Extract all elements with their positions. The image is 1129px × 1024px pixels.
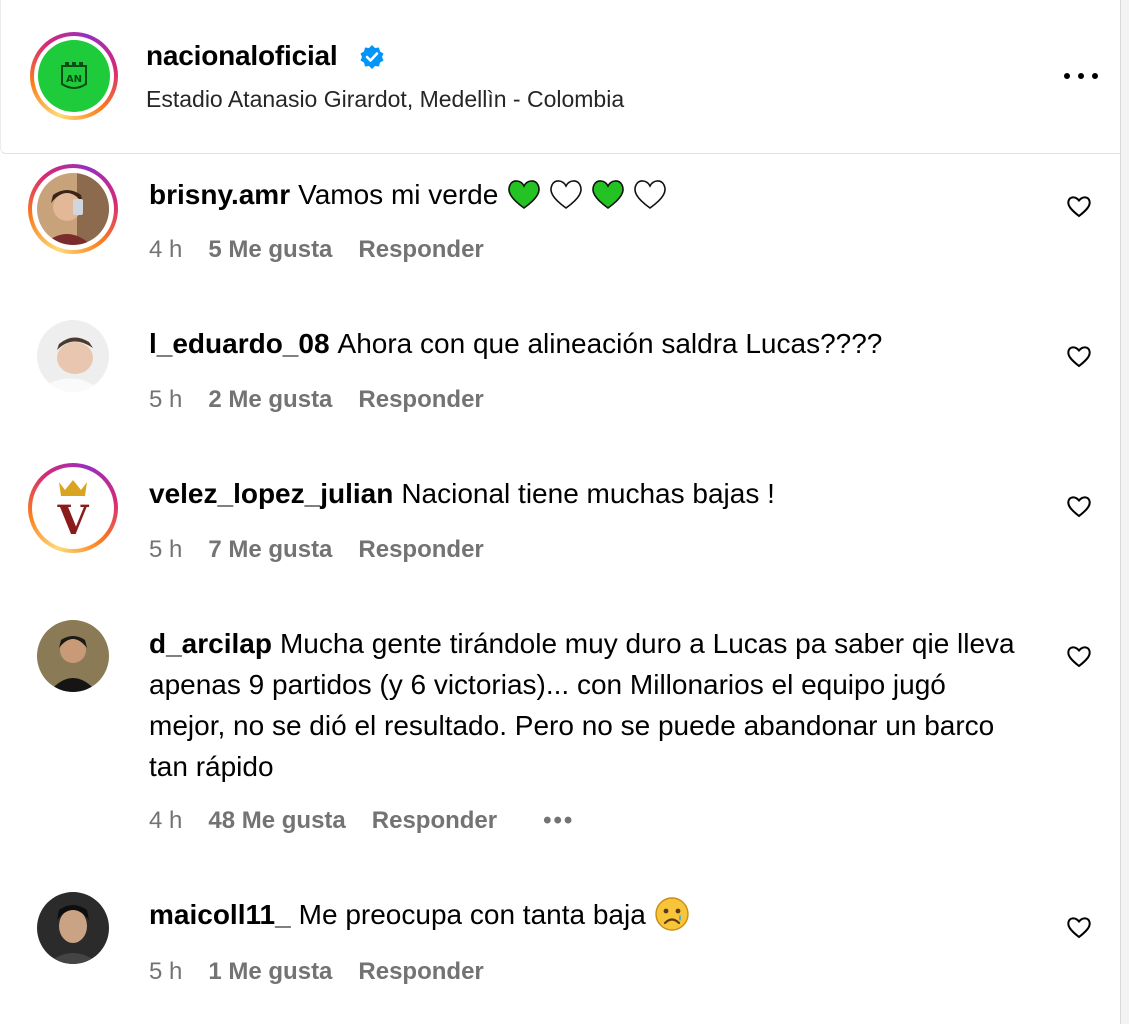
club-crest-icon: AN — [38, 40, 110, 112]
white-heart-icon — [634, 180, 666, 209]
svg-text:AN: AN — [66, 74, 82, 85]
comment-likes[interactable]: 2 Me gusta — [208, 386, 332, 413]
heart-icon[interactable] — [1066, 915, 1092, 939]
club-avatar[interactable]: AN — [30, 32, 118, 120]
comment-time[interactable]: 4 h — [149, 807, 182, 834]
post-location[interactable]: Estadio Atanasio Girardot, Medellìn - Co… — [146, 86, 624, 113]
post-username[interactable]: nacionaloficial — [146, 40, 338, 72]
comment-likes[interactable]: 48 Me gusta — [208, 807, 345, 834]
comment-username[interactable]: maicoll11_ — [149, 899, 291, 930]
comment-text: Me preocupa con tanta baja — [298, 899, 646, 930]
heart-icon[interactable] — [1066, 494, 1092, 518]
comment-meta: 5 h 2 Me gusta Responder — [149, 386, 484, 414]
heart-icon[interactable] — [1066, 644, 1092, 668]
comment-text: Ahora con que alineación saldra Lucas???… — [337, 328, 883, 359]
avatar[interactable] — [37, 320, 109, 392]
avatar[interactable] — [37, 892, 109, 964]
comment-meta: 4 h 5 Me gusta Responder — [149, 236, 484, 264]
reply-button[interactable]: Responder — [358, 236, 483, 263]
window-edge — [1120, 0, 1129, 1024]
comment-likes[interactable]: 5 Me gusta — [208, 236, 332, 263]
reply-button[interactable]: Responder — [372, 807, 497, 834]
sad-face-icon — [654, 897, 689, 931]
comment-likes[interactable]: 7 Me gusta — [208, 536, 332, 563]
comment-time[interactable]: 5 h — [149, 386, 182, 413]
comment-text: Nacional tiene muchas bajas ! — [401, 478, 775, 509]
comment-meta: 5 h 1 Me gusta Responder — [149, 958, 484, 986]
comment-text: Vamos mi verde — [298, 179, 499, 210]
avatar[interactable]: V — [28, 463, 118, 553]
heart-icon[interactable] — [1066, 344, 1092, 368]
heart-icon[interactable] — [1066, 194, 1092, 218]
green-heart-icon — [508, 180, 540, 209]
reply-button[interactable]: Responder — [358, 386, 483, 413]
comment-meta: 4 h 48 Me gusta Responder ••• — [149, 807, 574, 835]
svg-text:V: V — [56, 497, 89, 544]
avatar[interactable] — [37, 620, 109, 692]
verified-badge-icon — [360, 45, 384, 69]
green-heart-icon — [592, 180, 624, 209]
reply-button[interactable]: Responder — [358, 958, 483, 985]
more-options-button[interactable] — [1061, 62, 1101, 90]
comment-meta: 5 h 7 Me gusta Responder — [149, 536, 484, 564]
comment-time[interactable]: 5 h — [149, 536, 182, 563]
comment-username[interactable]: l_eduardo_08 — [149, 328, 330, 359]
reply-button[interactable]: Responder — [358, 536, 483, 563]
profile-photo: V — [37, 472, 109, 544]
comment-username[interactable]: brisny.amr — [149, 179, 290, 210]
post-header: AN nacionaloficial Estadio Atanasio Gira… — [0, 0, 1120, 154]
avatar[interactable] — [28, 164, 118, 254]
comment-username[interactable]: velez_lopez_julian — [149, 478, 393, 509]
white-heart-icon — [550, 180, 582, 209]
comment-username[interactable]: d_arcilap — [149, 628, 272, 659]
comment-time[interactable]: 4 h — [149, 236, 182, 263]
comment-time[interactable]: 5 h — [149, 958, 182, 985]
comment-likes[interactable]: 1 Me gusta — [208, 958, 332, 985]
comment-text: Mucha gente tirándole muy duro a Lucas p… — [149, 628, 1015, 782]
comment-options-button[interactable]: ••• — [543, 807, 574, 834]
profile-photo — [37, 173, 109, 245]
